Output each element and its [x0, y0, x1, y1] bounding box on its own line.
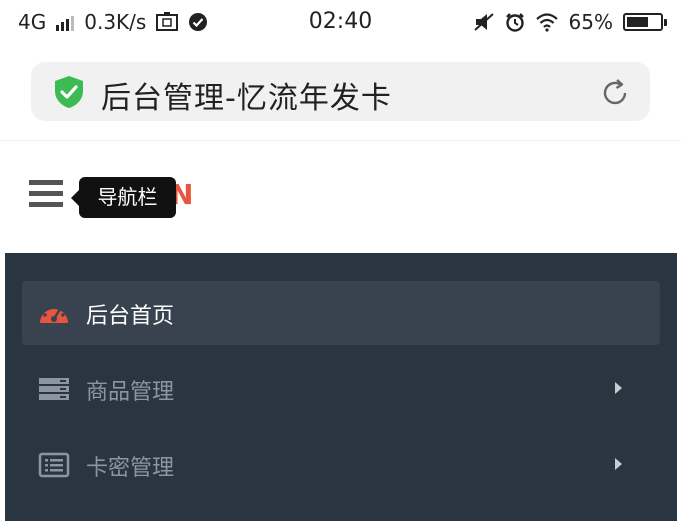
divider [0, 140, 681, 141]
chevron-right-icon [615, 458, 622, 470]
sidebar: 后台首页 商品管理 卡密管理 [5, 253, 677, 521]
sidebar-item-label: 商品管理 [86, 380, 175, 405]
menu-toggle-button[interactable] [29, 180, 63, 208]
nav-tooltip: 导航栏 [71, 177, 176, 218]
sidebar-item-label: 卡密管理 [86, 456, 175, 481]
list-card-icon [38, 452, 70, 478]
sidebar-item-cards[interactable]: 卡密管理 [22, 433, 660, 497]
battery-percent: 65% [568, 10, 613, 34]
alarm-icon [505, 13, 524, 32]
battery-icon [623, 13, 667, 31]
page-title: 后台管理-忆流年发卡 [101, 81, 392, 116]
status-bar: 4G 0.3K/s 02:40 65% [0, 0, 681, 44]
dashboard-icon [40, 303, 68, 323]
sidebar-item-label: 后台首页 [86, 304, 175, 329]
wifi-icon [535, 13, 558, 32]
status-right: 65% [473, 10, 667, 34]
address-bar[interactable]: 后台管理-忆流年发卡 [31, 62, 650, 121]
sidebar-item-dashboard[interactable]: 后台首页 [22, 281, 660, 345]
secure-shield-icon [55, 76, 83, 108]
server-icon [39, 378, 69, 400]
reload-icon[interactable] [598, 76, 632, 110]
mute-icon [473, 13, 494, 31]
sidebar-item-products[interactable]: 商品管理 [22, 357, 660, 421]
chevron-right-icon [615, 382, 622, 394]
